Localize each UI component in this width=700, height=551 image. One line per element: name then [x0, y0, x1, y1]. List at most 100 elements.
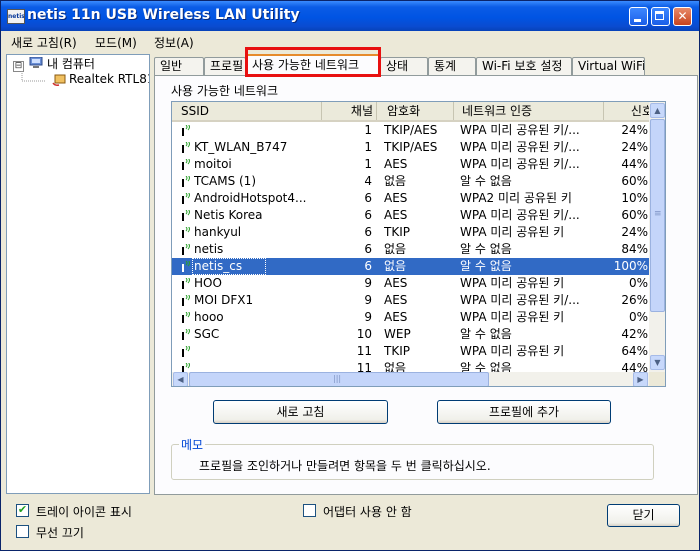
network-signal: 44%	[621, 361, 648, 372]
title-bar[interactable]: netis netis 11n USB Wireless LAN Utility…	[1, 1, 699, 31]
scroll-up-button[interactable]: ▲	[650, 103, 665, 118]
minimize-button[interactable]	[629, 7, 648, 26]
network-channel: 1	[364, 123, 372, 137]
wireless-signal-icon	[182, 142, 190, 153]
column-ssid[interactable]: SSID	[172, 102, 322, 120]
adapter-icon	[52, 74, 66, 86]
disable-adapter-checkbox[interactable]	[303, 504, 316, 517]
menu-about[interactable]: 정보(A)	[154, 34, 194, 51]
radio-off-checkbox[interactable]	[16, 525, 29, 538]
wireless-signal-icon	[182, 193, 190, 204]
network-ssid	[194, 343, 324, 360]
network-auth: WPA 미리 공유된 키	[460, 310, 565, 324]
network-row[interactable]: 1 TKIP/AES WPA 미리 공유된 키/... 24%	[172, 122, 649, 139]
wireless-signal-icon	[182, 329, 190, 340]
network-signal: 60%	[621, 174, 648, 188]
wireless-signal-icon	[182, 244, 190, 255]
app-icon: netis	[7, 9, 25, 24]
wireless-signal-icon	[182, 295, 190, 306]
network-channel: 6	[364, 259, 372, 273]
vertical-scroll-thumb[interactable]: ≡	[650, 119, 665, 312]
network-row[interactable]: TCAMS (1) 4 없음 알 수 없음 60%	[172, 173, 649, 190]
network-auth: WPA 미리 공유된 키/...	[460, 208, 580, 222]
wireless-signal-icon	[182, 312, 190, 323]
network-auth: WPA 미리 공유된 키/...	[460, 123, 580, 137]
scroll-right-button[interactable]: ▶	[633, 372, 648, 386]
list-header: SSID 채널 암호화 네트워크 인증 신호	[172, 102, 654, 122]
maximize-icon	[655, 11, 664, 20]
device-tree[interactable]: ⊟ 내 컴퓨터 Realtek RTL81	[6, 54, 150, 494]
tab-profile[interactable]: 프로필	[204, 57, 246, 76]
tray-icon-label[interactable]: 트레이 아이콘 표시	[36, 503, 132, 520]
network-encryption: 없음	[384, 259, 407, 273]
disable-adapter-label[interactable]: 어댑터 사용 안 함	[323, 503, 412, 520]
close-window-button[interactable]: ✕	[673, 7, 692, 26]
vertical-scrollbar[interactable]: ▲ ≡ ▼	[649, 102, 665, 372]
network-row[interactable]: 11 TKIP WPA 미리 공유된 키 64%	[172, 343, 649, 360]
tab-statistics[interactable]: 통계	[428, 57, 476, 76]
wireless-signal-icon	[182, 346, 190, 357]
network-row[interactable]: moitoi 1 AES WPA 미리 공유된 키/... 44%	[172, 156, 649, 173]
column-encryption[interactable]: 암호화	[377, 102, 454, 120]
tab-general[interactable]: 일반	[154, 57, 204, 76]
network-row[interactable]: 11 없음 알 수 없음 44%	[172, 360, 649, 372]
column-auth[interactable]: 네트워크 인증	[454, 102, 604, 120]
network-list[interactable]: SSID 채널 암호화 네트워크 인증 신호 1 TKIP/AES WPA 미리 공…	[171, 101, 666, 387]
networks-group-label: 사용 가능한 네트워크	[171, 84, 278, 98]
network-signal: 10%	[621, 191, 648, 205]
wireless-signal-icon	[182, 363, 190, 372]
network-signal: 44%	[621, 157, 648, 171]
add-to-profile-button[interactable]: 프로필에 추가	[437, 400, 611, 424]
network-channel: 4	[364, 174, 372, 188]
scroll-left-button[interactable]: ◀	[173, 372, 188, 386]
close-button[interactable]: 닫기	[607, 504, 680, 527]
checkmark-icon: ✔	[17, 503, 28, 516]
network-row[interactable]: Netis Korea 6 AES WPA 미리 공유된 키/... 60%	[172, 207, 649, 224]
column-signal[interactable]: 신호	[604, 102, 654, 120]
radio-off-label[interactable]: 무선 끄기	[36, 524, 84, 541]
network-channel: 1	[364, 140, 372, 154]
maximize-button[interactable]	[651, 7, 670, 26]
network-ssid: TCAMS (1)	[194, 174, 256, 188]
network-encryption: TKIP	[384, 344, 410, 358]
menu-mode[interactable]: 모드(M)	[95, 34, 137, 51]
network-row[interactable]: hankyul 6 TKIP WPA 미리 공유된 키 24%	[172, 224, 649, 241]
horizontal-scrollbar[interactable]: ◀ ||| ▶	[172, 372, 649, 386]
tab-status[interactable]: 상태	[380, 57, 428, 76]
network-auth: 알 수 없음	[460, 327, 512, 341]
scroll-down-button[interactable]: ▼	[650, 355, 665, 370]
network-row[interactable]: HOO 9 AES WPA 미리 공유된 키 0%	[172, 275, 649, 292]
network-channel: 9	[364, 293, 372, 307]
tree-adapter-label[interactable]: Realtek RTL81	[69, 72, 149, 86]
network-signal: 24%	[621, 140, 648, 154]
tree-root-label[interactable]: 내 컴퓨터	[47, 55, 95, 72]
network-row[interactable]: hooo 9 AES WPA 미리 공유된 키 0%	[172, 309, 649, 326]
minimize-icon	[634, 19, 641, 22]
network-row[interactable]: AndroidHotspot4... 6 AES WPA2 미리 공유된 키 10%	[172, 190, 649, 207]
tab-wps[interactable]: Wi-Fi 보호 설정	[476, 57, 572, 76]
column-channel[interactable]: 채널	[322, 102, 377, 120]
network-auth: WPA 미리 공유된 키/...	[460, 157, 580, 171]
network-ssid: HOO	[194, 276, 222, 290]
network-ssid: SGC	[194, 327, 220, 341]
network-row[interactable]: netis 6 없음 알 수 없음 84%	[172, 241, 649, 258]
scroll-corner	[649, 372, 665, 386]
network-auth: 알 수 없음	[460, 259, 512, 273]
network-rows: 1 TKIP/AES WPA 미리 공유된 키/... 24% KT_WLAN_B747…	[172, 122, 649, 372]
refresh-button[interactable]: 새로 고침	[213, 400, 388, 424]
network-encryption: TKIP/AES	[384, 123, 438, 137]
horizontal-scroll-thumb[interactable]: |||	[189, 372, 489, 386]
wireless-signal-icon	[182, 278, 190, 289]
grip-icon: ≡	[654, 209, 662, 219]
network-row[interactable]: MOI DFX1 9 AES WPA 미리 공유된 키/... 26%	[172, 292, 649, 309]
tab-virtual-wifi[interactable]: Virtual WiFi	[572, 57, 645, 76]
tray-icon-checkbox[interactable]: ✔	[16, 503, 29, 517]
network-ssid	[194, 122, 324, 139]
network-signal: 100%	[613, 259, 648, 273]
network-row[interactable]: SGC 10 WEP 알 수 없음 42%	[172, 326, 649, 343]
network-row[interactable]: netis_cs 6 없음 알 수 없음 100%	[172, 258, 649, 275]
menu-refresh[interactable]: 새로 고침(R)	[11, 34, 77, 51]
network-row[interactable]: KT_WLAN_B747 1 TKIP/AES WPA 미리 공유된 키/... 24%	[172, 139, 649, 156]
network-auth: 알 수 없음	[460, 361, 512, 372]
memo-label: 메모	[179, 436, 206, 453]
